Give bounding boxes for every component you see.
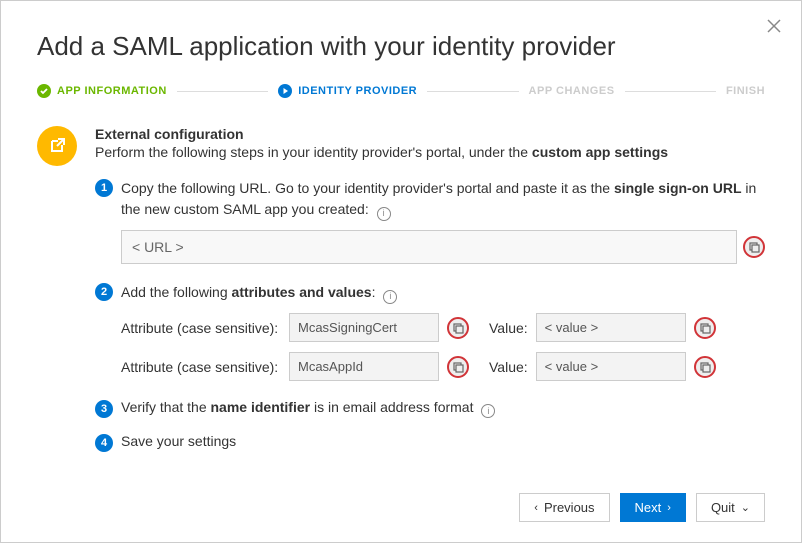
external-link-icon (37, 126, 77, 166)
copy-value-button[interactable] (694, 317, 716, 339)
instruction-step-1: 1 Copy the following URL. Go to your ide… (95, 178, 765, 264)
step-identity-provider: IDENTITY PROVIDER (278, 84, 417, 98)
attribute-value-field: < value > (536, 352, 686, 381)
info-icon[interactable]: i (383, 290, 397, 304)
step-4-text: Save your settings (121, 433, 236, 449)
dialog-title: Add a SAML application with your identit… (37, 31, 765, 62)
step-app-information: APP INFORMATION (37, 84, 167, 98)
instruction-step-2: 2 Add the following attributes and value… (95, 282, 765, 381)
copy-url-button[interactable] (743, 236, 765, 258)
value-label: Value: (489, 320, 528, 336)
step-3-text: Verify that the name identifier is in em… (121, 399, 495, 416)
step-divider (625, 91, 716, 92)
attribute-name-field: McasSigningCert (289, 313, 439, 342)
external-config-section: External configuration Perform the follo… (37, 126, 765, 451)
attribute-label: Attribute (case sensitive): (121, 320, 281, 336)
step-label: APP INFORMATION (57, 85, 167, 97)
step-app-changes: APP CHANGES (529, 85, 615, 97)
attribute-value-field: < value > (536, 313, 686, 342)
instruction-step-3: 3 Verify that the name identifier is in … (95, 399, 765, 417)
dialog-footer: ‹ Previous Next › Quit ⌄ (519, 493, 765, 522)
section-description: Perform the following steps in your iden… (95, 144, 765, 160)
copy-value-button[interactable] (694, 356, 716, 378)
attribute-name-field: McasAppId (289, 352, 439, 381)
chevron-down-icon: ⌄ (741, 501, 750, 514)
step-2-text: Add the following attributes and values:… (121, 282, 765, 303)
check-icon (37, 84, 51, 98)
quit-button[interactable]: Quit ⌄ (696, 493, 765, 522)
sso-url-field: < URL > (121, 230, 737, 264)
wizard-stepper: APP INFORMATION IDENTITY PROVIDER APP CH… (37, 84, 765, 98)
instruction-step-4: 4 Save your settings (95, 433, 765, 451)
sso-url-value: < URL > (132, 239, 726, 255)
copy-attribute-button[interactable] (447, 317, 469, 339)
step-divider (427, 91, 518, 92)
copy-attribute-button[interactable] (447, 356, 469, 378)
previous-button[interactable]: ‹ Previous (519, 493, 609, 522)
step-1-text: Copy the following URL. Go to your ident… (121, 178, 765, 220)
close-icon[interactable] (767, 17, 781, 38)
saml-wizard-dialog: Add a SAML application with your identit… (0, 0, 802, 543)
play-icon (278, 84, 292, 98)
step-number-badge: 3 (95, 400, 113, 418)
step-number-badge: 2 (95, 283, 113, 301)
step-number-badge: 1 (95, 179, 113, 197)
chevron-right-icon: › (667, 502, 671, 514)
step-divider (177, 91, 268, 92)
attribute-row: Attribute (case sensitive): McasSigningC… (121, 313, 765, 342)
info-icon[interactable]: i (377, 207, 391, 221)
step-label: APP CHANGES (529, 85, 615, 97)
value-label: Value: (489, 359, 528, 375)
step-label: IDENTITY PROVIDER (298, 85, 417, 97)
attribute-label: Attribute (case sensitive): (121, 359, 281, 375)
step-finish: FINISH (726, 85, 765, 97)
step-number-badge: 4 (95, 434, 113, 452)
info-icon[interactable]: i (481, 404, 495, 418)
step-label: FINISH (726, 85, 765, 97)
section-title: External configuration (95, 126, 765, 142)
next-button[interactable]: Next › (620, 493, 686, 522)
attribute-row: Attribute (case sensitive): McasAppId Va… (121, 352, 765, 381)
chevron-left-icon: ‹ (534, 502, 538, 514)
